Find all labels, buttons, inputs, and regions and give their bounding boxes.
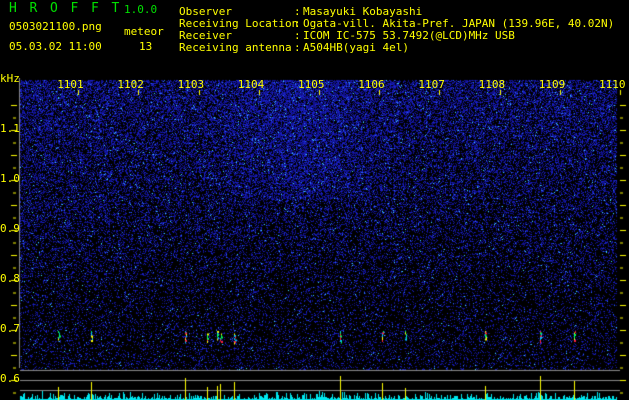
meteor-label: meteor	[124, 25, 164, 38]
spectrogram	[0, 78, 629, 400]
x-tick-label: 1107	[418, 78, 445, 91]
x-tick-label: 1104	[237, 78, 265, 91]
y-tick-label: 1.1	[0, 122, 20, 135]
antenna-value: A504HB(yagi 4el)	[303, 41, 409, 54]
x-tick-label: 1103	[177, 78, 205, 91]
x-tick-label: 1108	[478, 78, 506, 91]
x-tick-label: 1105	[298, 78, 325, 91]
file-name: 0503021100.png	[9, 20, 102, 33]
x-tick-label: 1110	[599, 78, 626, 91]
title-letter: F	[70, 1, 79, 16]
y-tick-label: 0.6	[0, 372, 20, 385]
y-tick-label: 0.9	[0, 222, 20, 235]
title-letter: F	[91, 1, 99, 16]
y-unit-label: kHz	[0, 72, 20, 85]
x-tick-label: 1101	[57, 78, 84, 91]
antenna-label: Receiving antenna	[179, 41, 292, 54]
title-letter: H	[9, 1, 17, 16]
y-tick-label: 1.0	[0, 172, 20, 185]
y-tick-label: 0.8	[0, 272, 20, 285]
x-tick-label: 1106	[358, 78, 385, 91]
title-letter: O	[50, 1, 58, 16]
x-tick-label: 1102	[117, 78, 144, 91]
app-title: HROFFT	[9, 1, 132, 16]
separator: :	[294, 41, 301, 54]
file-datetime: 05.03.02 11:00	[9, 40, 102, 53]
app-version: 1.0.0	[124, 3, 158, 16]
meteor-count: 13	[139, 40, 153, 53]
title-letter: R	[29, 1, 38, 16]
y-tick-label: 0.7	[0, 322, 20, 335]
x-tick-label: 1109	[538, 78, 566, 91]
